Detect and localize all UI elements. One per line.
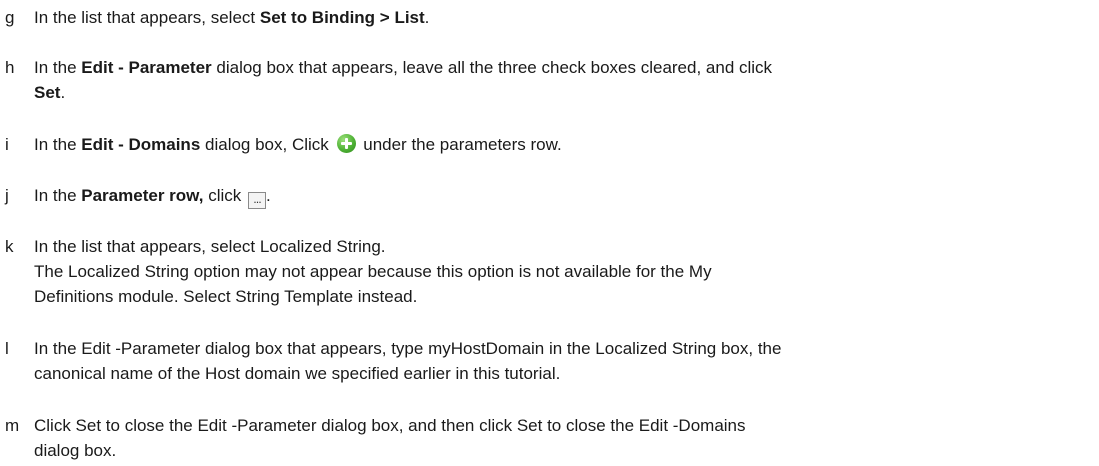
dialog-name: Edit - Parameter [81,58,212,77]
menu-path: Set to Binding > List [259,8,425,27]
instruction-document: g In the list that appears, select Set t… [0,0,1099,466]
step-text: In the Edit - Parameter dialog box that … [34,58,773,102]
green-plus-icon [336,134,356,153]
step-text: In the list that appears, select Localiz… [34,237,712,306]
step-text: Click Set to close the Edit -Parameter d… [34,416,746,460]
dialog-name: Edit - Domains [81,135,201,154]
step-letter: i [5,135,9,154]
step-letter: g [5,8,15,27]
step-text: In the Edit -Parameter dialog box that a… [34,339,782,383]
step-note: The Localized String option may not appe… [34,262,712,281]
step-text: In the Parameter row, click .... [34,183,1091,209]
button-name: Set [34,83,61,102]
ellipsis-button-icon: ... [247,192,266,209]
step-letter: j [5,186,9,205]
step-text: In the list that appears, select Set to … [34,8,430,27]
step-letter: k [5,237,14,256]
step-letter: l [5,339,9,358]
step-text: In the Edit - Domains dialog box, Click … [34,134,562,154]
row-name: Parameter row, [81,186,204,205]
step-letter: h [5,58,15,77]
step-letter: m [5,416,20,435]
